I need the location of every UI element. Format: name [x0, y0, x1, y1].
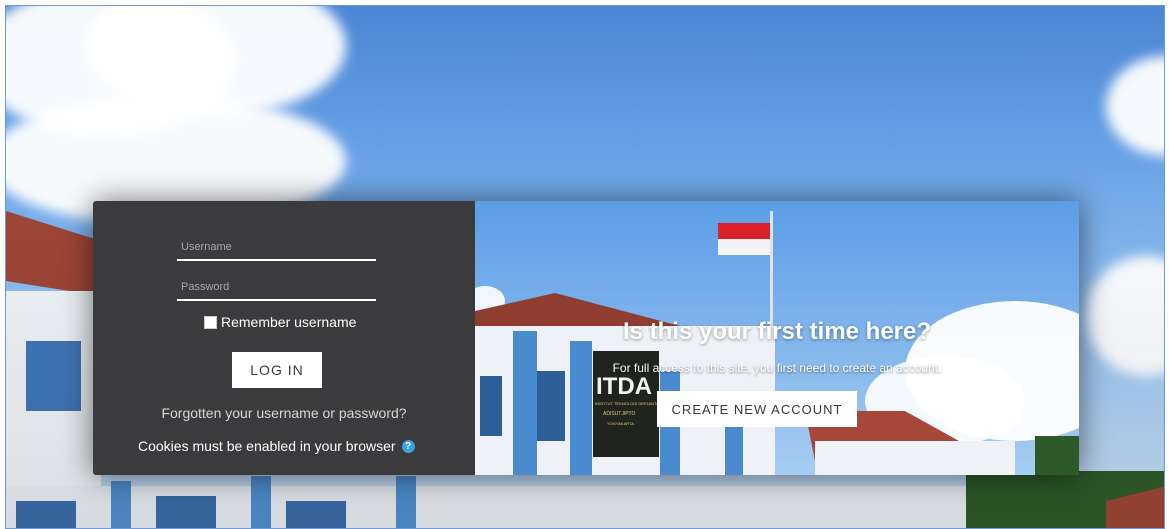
sign-line2: ADISUTJIPTO [603, 411, 636, 417]
remember-username[interactable]: Remember username [204, 314, 356, 330]
cookies-text: Cookies must be enabled in your browser [138, 438, 396, 454]
username-field[interactable] [177, 237, 376, 261]
first-time-subtitle: For full access to this site, you first … [612, 361, 942, 375]
page-frame: Remember username LOG IN Forgotten your … [5, 5, 1165, 529]
login-panel: Remember username LOG IN Forgotten your … [93, 201, 475, 475]
password-input[interactable] [177, 277, 376, 297]
forgot-password-link[interactable]: Forgotten your username or password? [93, 405, 475, 421]
create-account-button[interactable]: CREATE NEW ACCOUNT [657, 391, 857, 427]
signup-panel: ITDA INSTITUT TEKNOLOGI DIRGANTARA ADISU… [475, 201, 1079, 475]
sign-line3: YOGYAKARTA [607, 421, 634, 426]
question-circle-icon[interactable]: ? [401, 439, 415, 453]
remember-checkbox[interactable] [204, 315, 217, 329]
cookies-notice: Cookies must be enabled in your browser … [138, 438, 415, 454]
sign-letters: ITDA [596, 373, 652, 400]
login-card: Remember username LOG IN Forgotten your … [93, 201, 1079, 475]
first-time-heading: Is this your first time here? [622, 318, 932, 345]
username-input[interactable] [177, 237, 376, 257]
remember-label: Remember username [221, 314, 357, 330]
login-button[interactable]: LOG IN [232, 352, 322, 388]
sign-line1: INSTITUT TEKNOLOGI DIRGANTARA [595, 401, 665, 406]
password-field[interactable] [177, 277, 376, 301]
